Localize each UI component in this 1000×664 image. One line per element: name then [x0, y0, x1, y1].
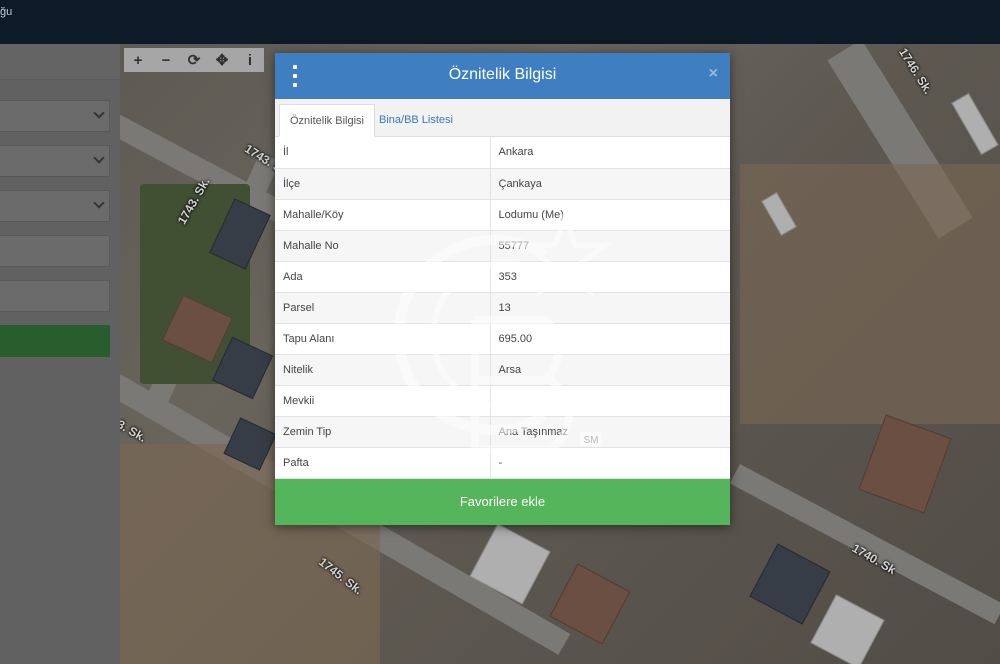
- attribute-value: 13: [490, 292, 730, 324]
- top-bar: ğu: [0, 0, 1000, 44]
- attribute-key: İl: [275, 137, 491, 169]
- attribute-value: [490, 385, 730, 417]
- attribute-value: Ankara: [490, 137, 730, 169]
- table-row: Pafta -: [275, 447, 730, 479]
- table-row: İl Ankara: [275, 137, 730, 169]
- table-row: Parsel 13: [275, 292, 730, 324]
- attribute-key: Ada: [275, 261, 491, 293]
- attribute-key: Pafta: [275, 447, 491, 479]
- attribute-key: Nitelik: [275, 354, 491, 386]
- attribute-key: Mahalle/Köy: [275, 199, 491, 231]
- dialog-title: Öznitelik Bilgisi: [448, 66, 557, 83]
- app-brand-text: ğu: [0, 6, 13, 18]
- attribute-key: İlçe: [275, 168, 491, 200]
- attribute-value: 353: [490, 261, 730, 293]
- attribute-value: 55777: [490, 230, 730, 262]
- attribute-value: -: [490, 447, 730, 479]
- attribute-table: İl Ankara İlçe Çankaya Mahalle/Köy Lodumu (…: [275, 137, 730, 479]
- table-row: Mevkii: [275, 385, 730, 417]
- table-row: Zemin Tip Ana Taşınmaz: [275, 416, 730, 448]
- attribute-value: 695.00: [490, 323, 730, 355]
- tab-building-list[interactable]: Bina/BB Listesi: [369, 104, 463, 137]
- attribute-key: Mahalle No: [275, 230, 491, 262]
- attribute-dialog: Öznitelik Bilgisi × Öznitelik Bilgisi Bi…: [275, 53, 730, 525]
- attribute-key: Tapu Alanı: [275, 323, 491, 355]
- attribute-key: Mevkii: [275, 385, 491, 417]
- attribute-value: Ana Taşınmaz: [490, 416, 730, 448]
- attribute-value: Lodumu (Me): [490, 199, 730, 231]
- dialog-header: Öznitelik Bilgisi ×: [275, 53, 730, 99]
- close-icon[interactable]: ×: [709, 65, 718, 83]
- add-to-favorites-button[interactable]: Favorilere ekle: [275, 479, 730, 525]
- table-row: Mahalle No 55777: [275, 230, 730, 262]
- attribute-key: Parsel: [275, 292, 491, 324]
- table-row: Ada 353: [275, 261, 730, 293]
- attribute-value: Çankaya: [490, 168, 730, 200]
- table-row: Mahalle/Köy Lodumu (Me): [275, 199, 730, 231]
- table-row: İlçe Çankaya: [275, 168, 730, 200]
- attribute-value: Arsa: [490, 354, 730, 386]
- attribute-key: Zemin Tip: [275, 416, 491, 448]
- tab-attribute-info[interactable]: Öznitelik Bilgisi: [279, 104, 375, 137]
- table-row: Tapu Alanı 695.00: [275, 323, 730, 355]
- dialog-tabs: Öznitelik Bilgisi Bina/BB Listesi: [275, 99, 730, 137]
- table-row: Nitelik Arsa: [275, 354, 730, 386]
